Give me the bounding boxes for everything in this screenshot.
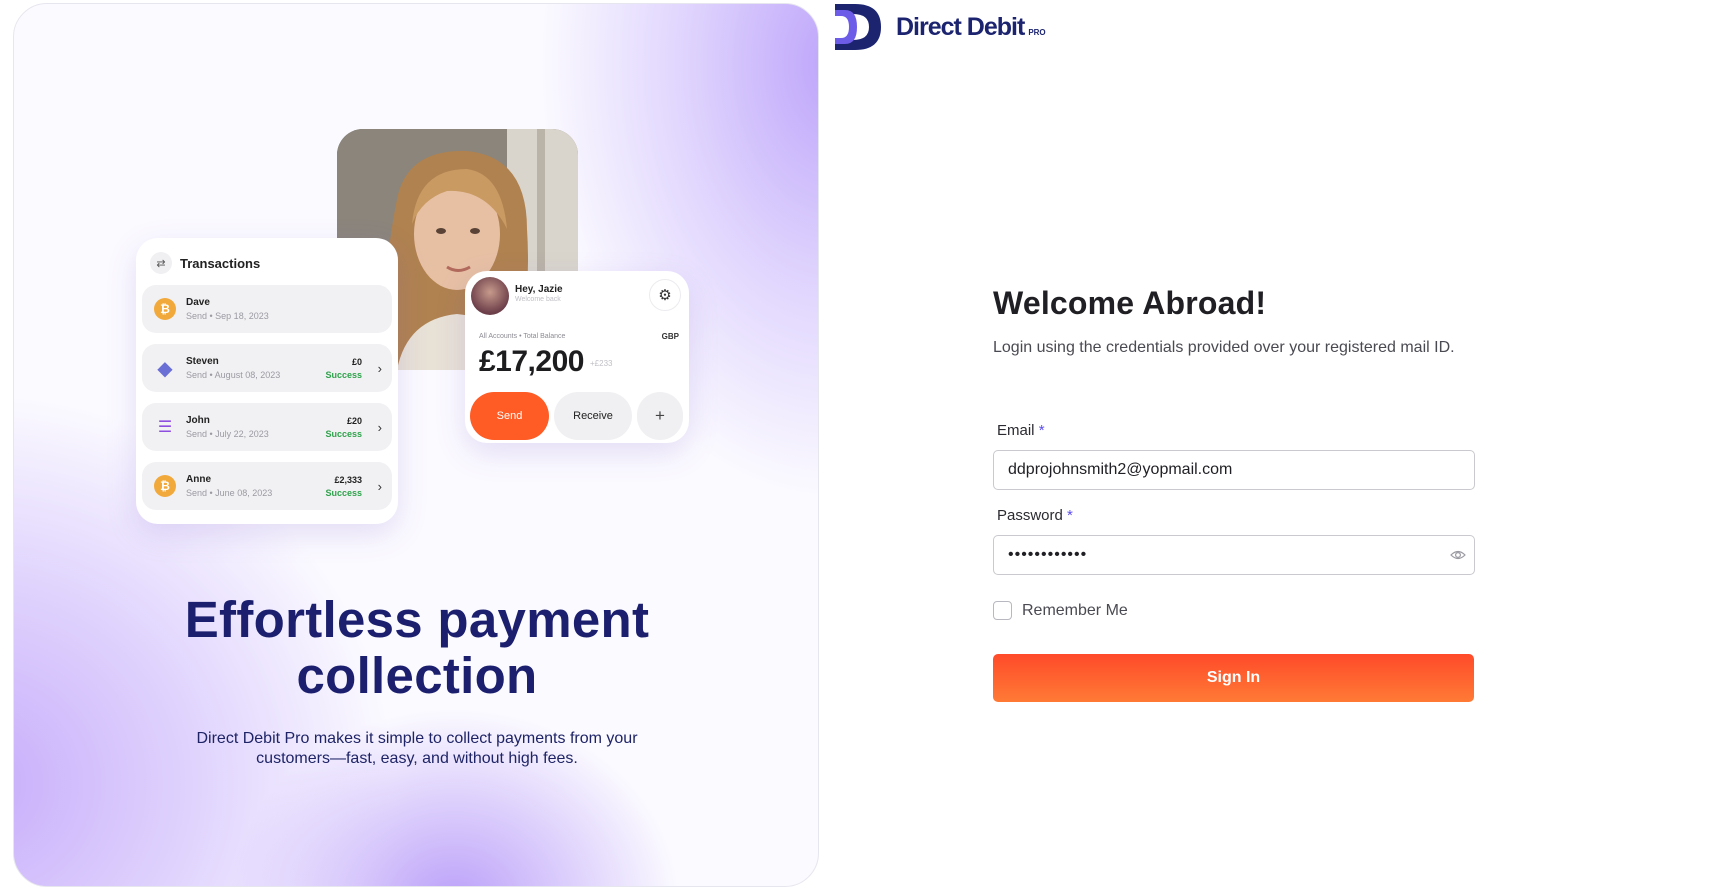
chevron-right-icon: ›	[377, 419, 382, 435]
transaction-name: John	[186, 415, 210, 426]
account-labels: All Accounts • Total Balance	[479, 333, 566, 340]
gear-icon[interactable]: ⚙	[649, 279, 681, 311]
password-value: ••••••••••••	[1008, 546, 1088, 563]
transactions-title: Transactions	[180, 255, 261, 271]
brand-suffix: PRO	[1028, 27, 1046, 37]
brand-logo[interactable]: Direct Debit PRO	[833, 2, 1046, 52]
avatar	[471, 277, 509, 315]
hero-subtitle-line: customers—fast, easy, and without high f…	[256, 750, 578, 767]
send-button[interactable]: Send	[470, 392, 549, 440]
required-mark: *	[1038, 422, 1045, 439]
transaction-meta: Send • August 08, 2023	[186, 370, 281, 380]
password-field[interactable]: ••••••••••••	[993, 535, 1475, 575]
account-card: Hey, Jazie Welcome back ⚙ All Accounts •…	[465, 271, 689, 443]
receive-button[interactable]: Receive	[554, 392, 632, 440]
transaction-amount: £20	[346, 415, 362, 426]
greeting: Hey, Jazie	[515, 284, 563, 295]
transaction-row[interactable]: ◆ Steven Send • August 08, 2023 £0 Succe…	[142, 344, 392, 392]
solana-icon: ☰	[157, 419, 173, 436]
email-label: Email *	[997, 422, 1045, 439]
bitcoin-icon: ₿	[154, 475, 176, 497]
hero-title: Effortless payment collection	[14, 591, 818, 704]
ethereum-icon: ◆	[157, 357, 173, 380]
login-form: Welcome Abroad! Login using the credenti…	[993, 285, 1475, 702]
transaction-row[interactable]: ₿ Dave Send • Sep 18, 2023	[142, 285, 392, 333]
transaction-name: Steven	[186, 356, 219, 367]
currency-selector[interactable]: GBP	[662, 332, 679, 341]
remember-me-checkbox[interactable]	[993, 601, 1012, 620]
transaction-row[interactable]: ☰ John Send • July 22, 2023 £20 Success …	[142, 403, 392, 451]
hero-title-line: Effortless payment	[184, 591, 650, 648]
eye-icon[interactable]	[1450, 547, 1466, 563]
transaction-amount: £2,333	[334, 474, 362, 485]
transaction-meta: Send • June 08, 2023	[186, 488, 273, 498]
hero-panel: ⇄ Transactions ₿ Dave Send • Sep 18, 202…	[13, 3, 819, 887]
page-title: Welcome Abroad!	[993, 285, 1267, 321]
hero-subtitle-line: Direct Debit Pro makes it simple to coll…	[196, 730, 638, 747]
logo-mark-icon	[835, 4, 881, 50]
swap-icon: ⇄	[150, 252, 172, 274]
transaction-row[interactable]: ₿ Anne Send • June 08, 2023 £2,333 Succe…	[142, 462, 392, 510]
transaction-status: Success	[325, 428, 362, 439]
balance-delta: +£233	[590, 359, 613, 368]
transactions-card: ⇄ Transactions ₿ Dave Send • Sep 18, 202…	[136, 238, 398, 524]
transaction-amount: £0	[351, 356, 362, 367]
plus-icon[interactable]: +	[637, 392, 683, 440]
required-mark: *	[1067, 507, 1073, 524]
chevron-right-icon: ›	[377, 478, 382, 494]
remember-me-label: Remember Me	[1022, 601, 1128, 619]
brand-name: Direct Debit	[896, 12, 1025, 41]
password-label-text: Password	[997, 507, 1063, 524]
remember-me[interactable]: Remember Me	[993, 601, 1128, 620]
transaction-status: Success	[325, 369, 362, 380]
greeting-subtext: Welcome back	[515, 296, 561, 303]
transaction-status: Success	[325, 487, 362, 498]
bitcoin-icon: ₿	[154, 298, 176, 320]
transaction-name: Anne	[186, 474, 211, 485]
total-balance: £17,200	[479, 345, 584, 378]
transaction-meta: Send • July 22, 2023	[186, 429, 269, 439]
hero-title-line: collection	[296, 647, 538, 704]
chevron-right-icon: ›	[377, 360, 382, 376]
transaction-name: Dave	[186, 297, 210, 308]
hero-subtitle: Direct Debit Pro makes it simple to coll…	[164, 729, 670, 769]
sign-in-button[interactable]: Sign In	[993, 654, 1474, 702]
login-subtitle: Login using the credentials provided ove…	[993, 339, 1455, 356]
password-label: Password *	[997, 507, 1073, 524]
email-field[interactable]: ddprojohnsmith2@yopmail.com	[993, 450, 1475, 490]
transaction-meta: Send • Sep 18, 2023	[186, 311, 269, 321]
transactions-header: ⇄ Transactions	[142, 250, 392, 280]
email-label-text: Email	[997, 422, 1035, 439]
